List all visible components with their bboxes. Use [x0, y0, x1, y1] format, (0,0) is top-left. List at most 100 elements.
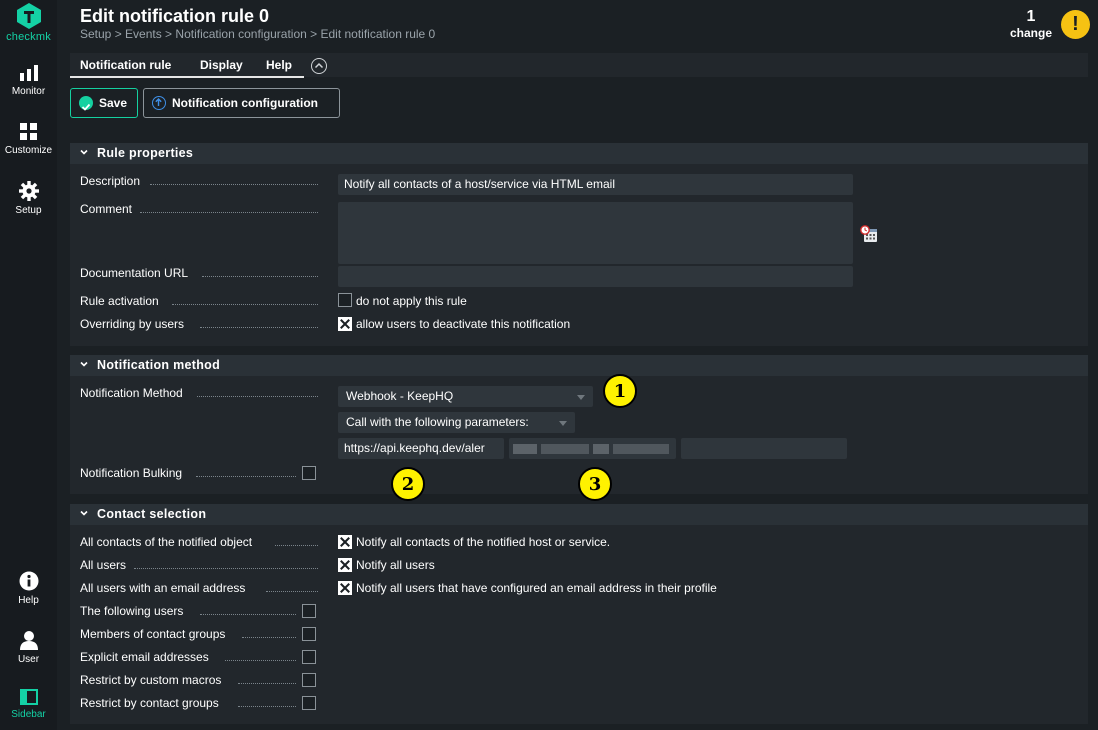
users-with-email-checkbox[interactable] [338, 581, 352, 595]
all-users-option[interactable]: Notify all users [356, 558, 435, 572]
all-users-checkbox[interactable] [338, 558, 352, 572]
sidebar-item-help[interactable]: Help [0, 571, 57, 606]
label-leader [275, 545, 318, 546]
sidebar-item-setup[interactable]: Setup [0, 181, 57, 216]
redacted-text [541, 444, 589, 454]
user-icon [19, 631, 38, 650]
arrow-up-circle-icon [152, 96, 166, 110]
contact-row-label: Members of contact groups [80, 627, 226, 641]
grid-icon [19, 123, 37, 140]
chevron-down-icon [80, 510, 88, 516]
parameters-select[interactable]: Call with the following parameters: [338, 412, 575, 433]
label-leader [172, 304, 318, 305]
annotation-badge-2: 2 [391, 467, 425, 501]
checkmark-circle-icon [79, 96, 93, 111]
contact-row-label: Restrict by custom macros [80, 673, 222, 687]
chevron-down-icon [577, 395, 585, 400]
explicit-emails-checkbox[interactable] [302, 650, 316, 664]
all-contacts-option[interactable]: Notify all contacts of the notified host… [356, 535, 610, 549]
bar-chart-icon [19, 65, 38, 81]
macro-timestamp-icon[interactable] [860, 225, 878, 243]
sidebar-item-label: Help [18, 595, 39, 606]
webhook-url-input[interactable]: https://api.keephq.dev/aler [338, 438, 504, 459]
changes-label: change [1009, 26, 1052, 40]
label-leader [225, 660, 296, 661]
sidebar-item-label: Sidebar [11, 709, 46, 720]
config-label: Notification configuration [172, 96, 318, 110]
redacted-text [593, 444, 609, 454]
label-leader [134, 568, 318, 569]
custom-macros-checkbox[interactable] [302, 673, 316, 687]
collapse-menu-button[interactable] [311, 58, 327, 74]
comment-label: Comment [80, 202, 133, 216]
chevron-down-icon [80, 149, 88, 155]
all-contacts-checkbox[interactable] [338, 535, 352, 549]
documentation-url-label: Documentation URL [80, 266, 189, 280]
menu-help[interactable]: Help [266, 58, 292, 72]
selected-value: Call with the following parameters: [346, 415, 529, 429]
pending-changes[interactable]: 1 change [1008, 8, 1054, 40]
menubar: Notification rule Display Help [70, 53, 1088, 77]
menu-display[interactable]: Display [200, 58, 243, 72]
section-header[interactable]: Rule properties [70, 143, 1088, 164]
do-not-apply-label[interactable]: do not apply this rule [356, 294, 467, 308]
sidebar-item-label: Setup [15, 205, 42, 216]
section-rule-properties: Rule properties Description Notify all c… [70, 143, 1088, 346]
rule-activation-label: Rule activation [80, 294, 159, 308]
description-input[interactable]: Notify all contacts of a host/service vi… [338, 174, 853, 195]
label-leader [238, 706, 296, 707]
sidebar-item-customize[interactable]: Customize [0, 123, 57, 156]
checkmk-logo[interactable]: checkmk [0, 2, 57, 50]
notification-bulking-checkbox[interactable] [302, 466, 316, 480]
redacted-text [513, 444, 537, 454]
notification-method-select[interactable]: Webhook - KeepHQ [338, 386, 593, 407]
sidebar: checkmk Monitor Customize Setup Help Use… [0, 0, 57, 730]
sidebar-item-sidebar[interactable]: Sidebar [0, 689, 57, 720]
contact-row-label: The following users [80, 604, 184, 618]
breadcrumb[interactable]: Setup > Events > Notification configurat… [80, 27, 435, 41]
notification-configuration-button[interactable]: Notification configuration [143, 88, 340, 118]
notification-method-label: Notification Method [80, 386, 183, 400]
do-not-apply-checkbox[interactable] [338, 293, 352, 307]
overriding-by-users-label: Overriding by users [80, 317, 185, 331]
save-button[interactable]: Save [70, 88, 138, 118]
annotation-badge-1: 1 [603, 374, 637, 408]
sidebar-item-monitor[interactable]: Monitor [0, 64, 57, 97]
label-leader [200, 327, 318, 328]
allow-deactivate-checkbox[interactable] [338, 317, 352, 331]
section-title: Contact selection [97, 507, 207, 521]
sidebar-icon [19, 689, 38, 705]
label-leader [197, 396, 318, 397]
sidebar-item-label: Monitor [11, 86, 46, 97]
label-leader [196, 476, 296, 477]
api-key-input-redacted[interactable] [509, 438, 676, 459]
label-leader [242, 637, 296, 638]
section-header[interactable]: Contact selection [70, 504, 1088, 525]
comment-textarea[interactable] [338, 202, 853, 264]
contact-groups-checkbox[interactable] [302, 627, 316, 641]
sidebar-item-label: User [17, 654, 40, 665]
section-notification-method: Notification method Notification Method … [70, 355, 1088, 494]
additional-input[interactable] [681, 438, 847, 459]
chevron-down-icon [80, 361, 88, 367]
notification-bulking-label: Notification Bulking [80, 466, 183, 480]
menu-notification-rule[interactable]: Notification rule [80, 58, 171, 72]
changes-count: 1 [1026, 8, 1036, 25]
contact-row-label: All users with an email address [80, 581, 246, 595]
info-icon [19, 571, 38, 591]
following-users-checkbox[interactable] [302, 604, 316, 618]
users-with-email-option[interactable]: Notify all users that have configured an… [356, 581, 717, 595]
section-title: Notification method [97, 358, 221, 372]
warning-icon[interactable]: ! [1061, 10, 1090, 39]
description-label: Description [80, 174, 141, 188]
sidebar-item-user[interactable]: User [0, 630, 57, 665]
checkmk-logo-icon [16, 3, 41, 29]
label-leader [200, 614, 296, 615]
documentation-url-input[interactable] [338, 266, 853, 287]
restrict-contact-groups-checkbox[interactable] [302, 696, 316, 710]
annotation-badge-3: 3 [578, 467, 612, 501]
section-header[interactable]: Notification method [70, 355, 1088, 376]
allow-deactivate-label[interactable]: allow users to deactivate this notificat… [356, 317, 570, 331]
chevron-down-icon [559, 421, 567, 426]
label-leader [266, 591, 318, 592]
